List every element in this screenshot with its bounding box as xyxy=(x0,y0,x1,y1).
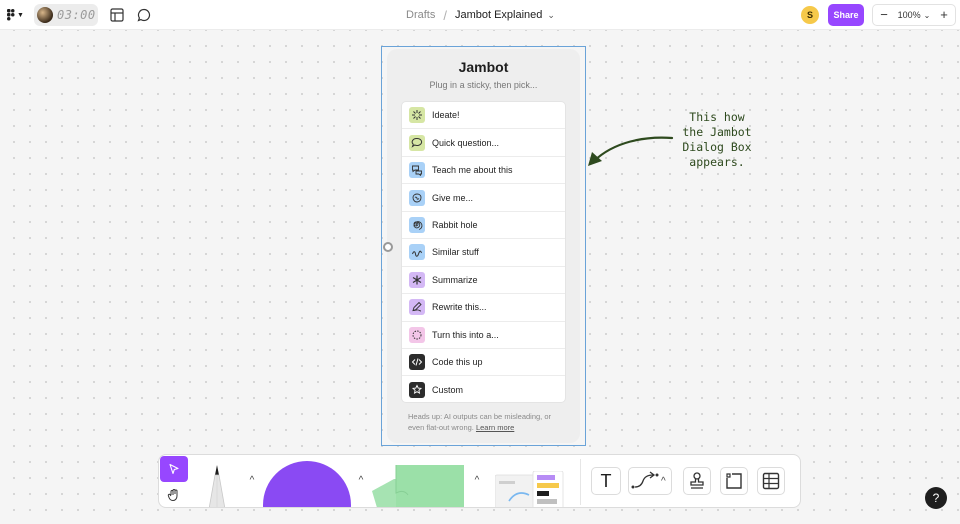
templates-icon xyxy=(495,471,564,507)
zoom-out-button[interactable]: − xyxy=(877,8,891,22)
menu-item-give-me[interactable]: Give me... xyxy=(402,184,565,212)
hand-tool[interactable] xyxy=(160,482,188,507)
text-tool[interactable]: T xyxy=(591,467,621,495)
bottom-toolbar: ^ ^ ^ T ^ xyxy=(158,454,801,508)
brain-icon xyxy=(409,189,425,206)
menu-item-ideate[interactable]: Ideate! xyxy=(402,102,565,130)
sparkle-icon xyxy=(409,107,425,124)
learn-more-link[interactable]: Learn more xyxy=(476,423,514,432)
annotation-arrow-icon[interactable] xyxy=(584,128,674,173)
sticky-note-tool[interactable] xyxy=(364,465,468,507)
marker-tool[interactable] xyxy=(197,463,237,507)
menu-item-turn-this-into-a[interactable]: Turn this into a... xyxy=(402,322,565,349)
menu-item-label: Code this up xyxy=(432,357,483,368)
section-frame-icon xyxy=(726,473,742,489)
menu-item-quick-question[interactable]: Quick question... xyxy=(402,129,565,157)
asterisk-icon xyxy=(409,271,425,288)
zoom-level: 100% xyxy=(897,10,921,20)
chevron-down-icon: ⌄ xyxy=(923,10,931,20)
layout-panel-icon[interactable] xyxy=(108,6,126,24)
timer-widget[interactable]: 03:00 xyxy=(34,4,98,26)
chat-bubbles-icon xyxy=(409,162,425,179)
file-name[interactable]: Jambot Explained xyxy=(455,9,542,21)
main-menu-button[interactable]: ▼ xyxy=(4,6,26,24)
menu-item-label: Custom xyxy=(432,385,464,396)
spiral-icon xyxy=(409,216,425,233)
templates-tool[interactable] xyxy=(495,471,565,507)
sticky-note-icon xyxy=(372,465,464,507)
transform-icon xyxy=(409,326,425,343)
menu-item-label: Similar stuff xyxy=(432,247,479,258)
annotation-line: the Jambot xyxy=(682,125,752,139)
connector-tool[interactable]: ^ xyxy=(628,467,672,495)
jambot-dialog[interactable]: Jambot Plug in a sticky, then pick... Id… xyxy=(387,49,580,443)
chevron-up-icon[interactable]: ^ xyxy=(470,473,484,487)
breadcrumb-drafts[interactable]: Drafts xyxy=(406,9,435,21)
custom-icon xyxy=(409,382,425,399)
timer-avatar xyxy=(37,7,53,23)
menu-item-label: Turn this into a... xyxy=(432,329,499,340)
jambot-menu: Ideate! Quick question... Teach me about t… xyxy=(401,101,566,403)
section-tool[interactable] xyxy=(720,467,748,495)
menu-item-code-this-up[interactable]: Code this up xyxy=(402,349,565,377)
menu-item-label: Ideate! xyxy=(432,110,460,121)
menu-item-teach-me-about-this[interactable]: Teach me about this xyxy=(402,157,565,185)
annotation-line: This how xyxy=(689,110,745,124)
table-tool[interactable] xyxy=(757,467,785,495)
squiggle-icon xyxy=(409,244,425,261)
top-bar: ▼ 03:00 Drafts / Jambot Explained ⌄ S Sh… xyxy=(0,0,960,30)
chevron-up-icon[interactable]: ^ xyxy=(245,473,259,487)
menu-item-label: Rewrite this... xyxy=(432,302,487,313)
annotation-line: appears. xyxy=(689,155,745,169)
menu-item-similar-stuff[interactable]: Similar stuff xyxy=(402,239,565,267)
menu-item-label: Summarize xyxy=(432,274,478,285)
help-button[interactable]: ? xyxy=(925,487,947,509)
breadcrumb: Drafts / Jambot Explained ⌄ xyxy=(406,7,555,23)
dialog-subtitle: Plug in a sticky, then pick... xyxy=(429,80,538,90)
zoom-controls: − 100% ⌄ + xyxy=(872,4,956,26)
menu-item-rewrite-this[interactable]: Rewrite this... xyxy=(402,294,565,322)
move-tool[interactable] xyxy=(160,456,188,482)
resize-handle[interactable] xyxy=(383,242,393,252)
annotation-note[interactable]: This how the Jambot Dialog Box appears. xyxy=(664,110,770,170)
toolbar-divider xyxy=(580,459,581,505)
menu-item-label: Give me... xyxy=(432,192,474,203)
menu-item-summarize[interactable]: Summarize xyxy=(402,267,565,295)
dialog-footer: Heads up: AI outputs can be misleading, … xyxy=(408,411,568,433)
chevron-down-icon: ▼ xyxy=(17,11,24,19)
code-icon xyxy=(409,354,425,371)
rewrite-icon xyxy=(409,299,425,316)
stamp-icon xyxy=(690,472,704,489)
menu-item-rabbit-hole[interactable]: Rabbit hole xyxy=(402,212,565,240)
menu-item-custom[interactable]: Custom xyxy=(402,376,565,402)
text-tool-label: T xyxy=(600,470,612,491)
avatar[interactable]: S xyxy=(801,6,819,24)
figjam-logo-icon xyxy=(7,9,15,21)
chevron-up-icon[interactable]: ^ xyxy=(661,476,666,487)
zoom-in-button[interactable]: + xyxy=(937,8,951,22)
shape-tool[interactable] xyxy=(263,461,351,507)
stamp-tool[interactable] xyxy=(683,467,711,495)
table-icon xyxy=(762,472,780,490)
speech-bubble-icon xyxy=(409,134,425,151)
menu-item-label: Rabbit hole xyxy=(432,219,478,230)
annotation-line: Dialog Box xyxy=(682,140,752,154)
dialog-title: Jambot xyxy=(458,59,509,75)
menu-item-label: Quick question... xyxy=(432,137,500,148)
breadcrumb-separator: / xyxy=(443,7,447,23)
timer-display: 03:00 xyxy=(57,8,96,22)
cursor-arrow-icon xyxy=(169,463,179,475)
comment-icon[interactable] xyxy=(135,6,153,24)
hand-icon xyxy=(167,489,178,502)
chevron-down-icon[interactable]: ⌄ xyxy=(547,10,555,21)
connector-icon xyxy=(631,471,659,489)
share-button[interactable]: Share xyxy=(828,4,864,26)
marker-icon xyxy=(208,465,226,507)
zoom-level-dropdown[interactable]: 100% ⌄ xyxy=(898,10,931,20)
menu-item-label: Teach me about this xyxy=(432,165,513,176)
